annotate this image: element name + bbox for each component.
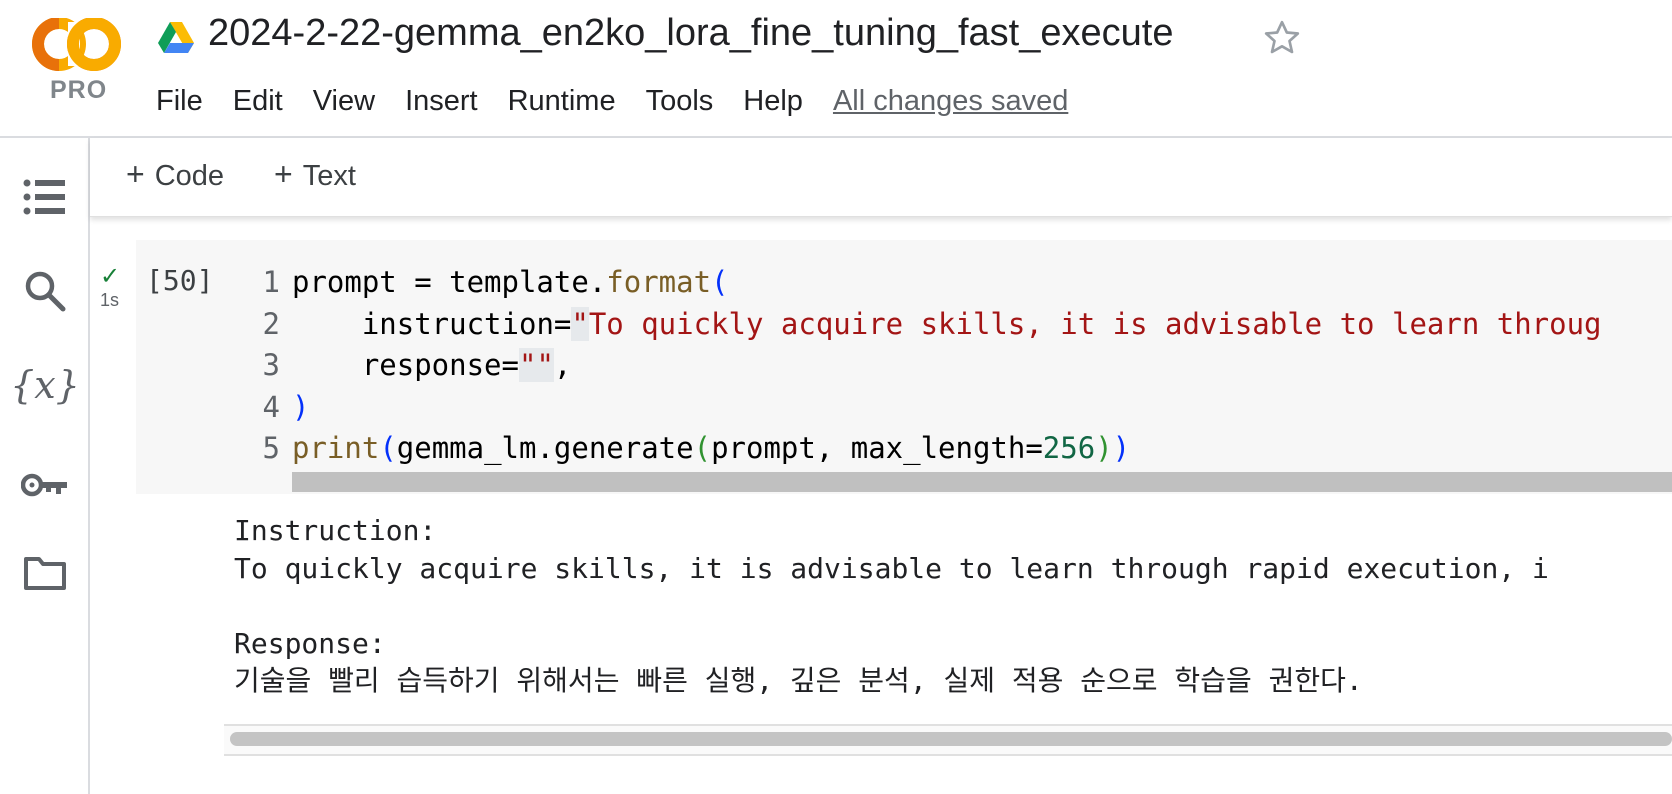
cell-success-check-icon: ✓	[100, 263, 121, 290]
cell-duration: 1s	[100, 290, 120, 310]
variables-icon[interactable]: {x}	[10, 360, 80, 410]
colab-logo[interactable]: PRO	[32, 17, 122, 108]
menu-tools[interactable]: Tools	[646, 85, 714, 118]
colab-logo-icon	[32, 17, 121, 71]
line-number: 4	[262, 389, 280, 424]
output-line: 기술을 빨리 습득하기 위해서는 빠른 실행, 깊은 분석, 실제 적용 순으로…	[234, 664, 1363, 697]
menu-view[interactable]: View	[313, 85, 375, 118]
menu-insert[interactable]: Insert	[405, 85, 478, 118]
line-number: 5	[262, 431, 280, 465]
line-number: 2	[262, 306, 280, 341]
pro-badge: PRO	[50, 76, 108, 104]
menu-help[interactable]: Help	[743, 85, 803, 118]
table-of-contents-icon[interactable]	[20, 172, 70, 222]
add-text-button[interactable]: + Text	[274, 156, 356, 193]
menu-bar: File Edit View Insert Runtime Tools Help…	[156, 80, 1068, 122]
output-line: Instruction:	[234, 514, 437, 547]
menu-runtime[interactable]: Runtime	[508, 85, 616, 118]
menu-file[interactable]: File	[156, 85, 203, 118]
line-number: 1	[262, 265, 280, 299]
secrets-key-icon[interactable]	[20, 460, 70, 510]
add-code-button[interactable]: + Code	[126, 156, 224, 193]
line-number: 3	[262, 348, 280, 382]
output-scrollbar-thumb[interactable]	[230, 732, 1672, 746]
output-line: To quickly acquire skills, it is advisab…	[234, 551, 1549, 585]
google-drive-icon[interactable]	[158, 22, 194, 54]
files-folder-icon[interactable]	[20, 548, 70, 598]
app-header: PRO 2024-2-22-gemma_en2ko_lora_fine_tuni…	[0, 0, 1672, 138]
cell-output: Instruction: To quickly acquire skills, …	[234, 512, 1549, 700]
left-sidebar: {x}	[0, 138, 90, 794]
star-icon[interactable]	[1262, 18, 1302, 58]
search-icon[interactable]	[20, 266, 70, 316]
code-horizontal-scrollbar[interactable]	[292, 472, 1672, 492]
output-horizontal-scrollbar[interactable]	[224, 724, 1672, 756]
cell-toolbar: + Code + Text	[90, 138, 1672, 217]
output-line: Response:	[234, 626, 386, 660]
save-status-link[interactable]: All changes saved	[833, 85, 1068, 118]
execution-count[interactable]: [50]	[146, 264, 213, 297]
code-editor[interactable]: 1 prompt = template.format( 2 instruction…	[240, 262, 1602, 470]
notebook-title[interactable]: 2024-2-22-gemma_en2ko_lora_fine_tuning_f…	[208, 12, 1173, 55]
menu-edit[interactable]: Edit	[233, 85, 283, 118]
